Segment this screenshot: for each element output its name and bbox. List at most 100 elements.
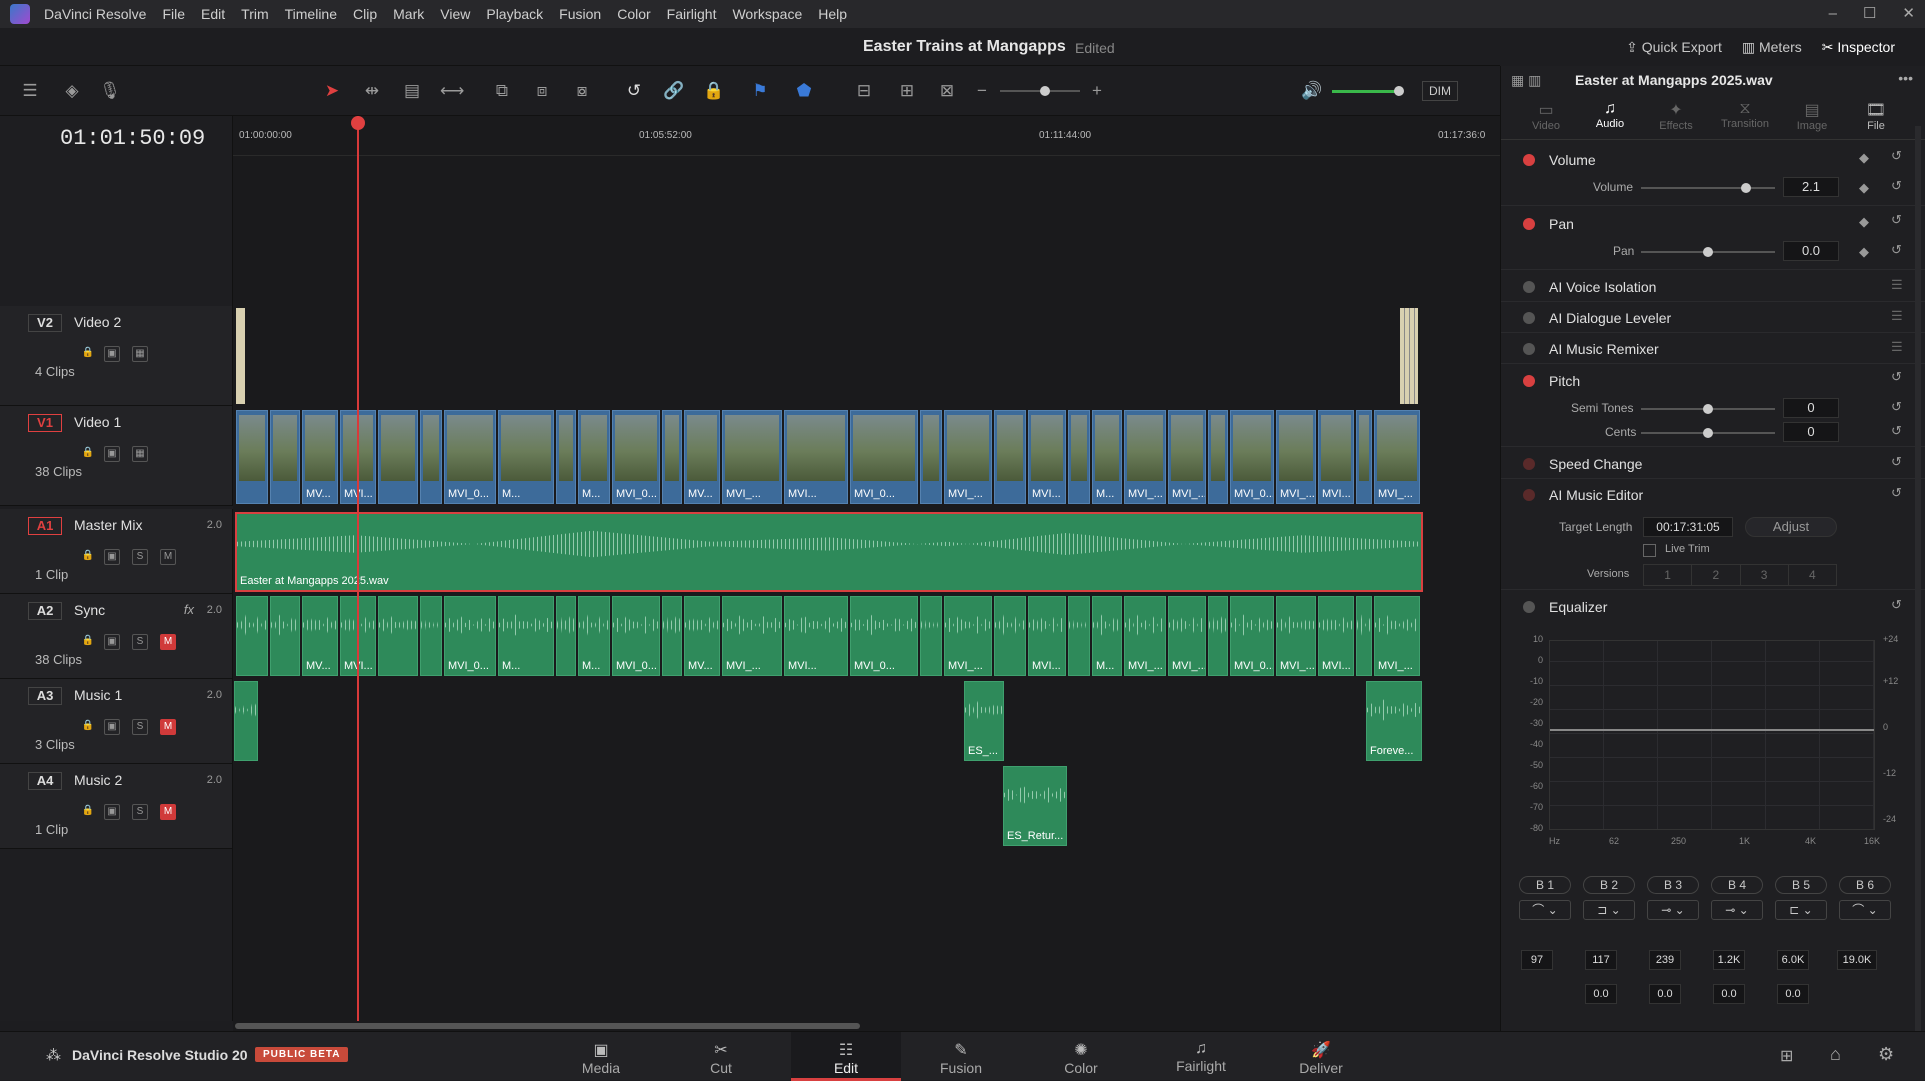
solo-button[interactable]: S	[132, 634, 148, 650]
menu-fusion[interactable]: Fusion	[551, 6, 609, 22]
a3-clip[interactable]: Foreve...	[1366, 681, 1422, 761]
toggle[interactable]	[1523, 281, 1535, 293]
volume-value[interactable]: 2.1	[1783, 177, 1839, 197]
cents-slider[interactable]	[1641, 428, 1775, 438]
equalizer-toggle[interactable]	[1523, 601, 1535, 613]
scrollbar-thumb[interactable]	[235, 1023, 860, 1029]
v1-clip[interactable]	[378, 410, 418, 504]
low-shelf-icon[interactable]: ⊐ ⌄	[1583, 900, 1635, 920]
v1-clip[interactable]	[270, 410, 300, 504]
view-icon[interactable]: ◈	[60, 80, 84, 102]
track-lock-icon[interactable]: 🔒	[80, 446, 96, 462]
timecode-display[interactable]: 01:01:50:09	[60, 126, 205, 151]
a2-clip[interactable]	[378, 596, 418, 676]
reset-icon[interactable]: ↺	[1891, 369, 1902, 385]
tab-video[interactable]: ▭ Video	[1521, 100, 1571, 132]
page-fusion[interactable]: ✎ Fusion	[911, 1032, 1011, 1081]
slider-knob[interactable]	[1741, 183, 1751, 193]
zoom-full-icon[interactable]: ⊟	[852, 80, 876, 102]
a3-clip[interactable]	[234, 681, 258, 761]
meters-button[interactable]: ▥ Meters	[1742, 39, 1802, 56]
track-header-a2[interactable]: A2 Sync fx 2.0 🔒 ▣ S M 38 Clips	[0, 594, 233, 679]
high-shelf-icon[interactable]: ⊏ ⌄	[1775, 900, 1827, 920]
version-2[interactable]: 2	[1692, 565, 1741, 585]
a2-clip[interactable]: MVI_...	[1374, 596, 1420, 676]
menu-color[interactable]: Color	[609, 6, 658, 22]
dynamic-trim-icon[interactable]: ▤	[400, 80, 424, 102]
quick-export-button[interactable]: ⇪ Quick Export	[1626, 39, 1722, 56]
toggle[interactable]	[1523, 312, 1535, 324]
a2-clip[interactable]: MV...	[302, 596, 338, 676]
v1-clip[interactable]: MVI_...	[722, 410, 782, 504]
tab-file[interactable]: 🎞 File	[1851, 100, 1901, 132]
zoom-in-icon[interactable]: +	[1085, 80, 1109, 102]
band-frequency[interactable]: 1.2K	[1713, 950, 1745, 970]
timeline-ruler[interactable]: 01:00:00:00 01:05:52:00 01:11:44:00 01:1…	[233, 116, 1500, 156]
a2-clip[interactable]: MVI...	[784, 596, 848, 676]
a2-clip[interactable]	[1356, 596, 1372, 676]
track-lock-icon[interactable]: 🔒	[80, 634, 96, 650]
keyframe-icon[interactable]: ◆	[1859, 150, 1869, 166]
v2-clip[interactable]	[236, 308, 245, 404]
maximize-icon[interactable]: ☐	[1863, 0, 1876, 28]
band-name[interactable]: B 5	[1775, 876, 1827, 894]
v1-clip[interactable]	[1208, 410, 1228, 504]
track-label[interactable]: A4	[28, 772, 62, 790]
menu-workspace[interactable]: Workspace	[724, 6, 810, 22]
tab-audio[interactable]: ♫ Audio	[1585, 100, 1635, 130]
band-frequency[interactable]: 239	[1649, 950, 1681, 970]
v1-clip[interactable]: MV...	[302, 410, 338, 504]
v1-clip[interactable]: MVI_0...	[850, 410, 918, 504]
menu-icon[interactable]: ☰	[1891, 339, 1903, 355]
lock-icon[interactable]: 🔒	[702, 80, 726, 102]
reset-icon[interactable]: ↺	[1891, 178, 1902, 194]
mute-button[interactable]: M	[160, 804, 176, 820]
keyframe-icon[interactable]: ◆	[1859, 180, 1869, 196]
track-label[interactable]: A3	[28, 687, 62, 705]
slider-knob[interactable]	[1703, 428, 1713, 438]
eq-graph[interactable]	[1549, 640, 1875, 830]
track-lock-icon[interactable]: 🔒	[80, 804, 96, 820]
band-gain[interactable]: 0.0	[1585, 984, 1617, 1004]
auto-select-icon[interactable]: ▣	[104, 549, 120, 565]
speaker-icon[interactable]: 🔊	[1300, 80, 1324, 102]
a2-clip[interactable]: MV...	[684, 596, 720, 676]
menu-timeline[interactable]: Timeline	[277, 6, 345, 22]
page-deliver[interactable]: 🚀 Deliver	[1271, 1032, 1371, 1081]
a2-clip[interactable]: MVI_0...	[444, 596, 496, 676]
reset-icon[interactable]: ↺	[1891, 423, 1902, 439]
reset-icon[interactable]: ↺	[1891, 454, 1902, 470]
slider-knob[interactable]	[1703, 247, 1713, 257]
v1-clip[interactable]	[920, 410, 942, 504]
inspector-button[interactable]: ✂ Inspector	[1822, 39, 1895, 56]
track-header-v2[interactable]: V2 Video 2 🔒 ▣ ▦ 4 Clips	[0, 306, 233, 406]
ai-voice-isolation-section[interactable]: AI Voice Isolation ☰	[1501, 272, 1925, 302]
project-manager-icon[interactable]: ⊞	[1780, 1046, 1793, 1066]
slider-knob[interactable]	[1703, 404, 1713, 414]
trim-tool-icon[interactable]: ⇹	[360, 80, 384, 102]
volume-slider-knob[interactable]	[1394, 86, 1404, 96]
bell-filter-icon[interactable]: ⊸ ⌄	[1647, 900, 1699, 920]
page-edit[interactable]: ☷ Edit	[791, 1032, 901, 1081]
v1-clip[interactable]: MVI...	[1028, 410, 1066, 504]
pan-slider[interactable]	[1641, 247, 1775, 257]
overwrite-clip-icon[interactable]: ⧈	[530, 80, 554, 102]
a2-clip[interactable]: MVI_...	[722, 596, 782, 676]
a2-clip[interactable]	[1068, 596, 1090, 676]
playhead-line[interactable]	[357, 116, 359, 1021]
a2-clip[interactable]	[994, 596, 1026, 676]
low-shelf-filter-icon[interactable]: ⌒ ⌄	[1519, 900, 1571, 920]
band-name[interactable]: B 4	[1711, 876, 1763, 894]
mute-button[interactable]: M	[160, 634, 176, 650]
reset-icon[interactable]: ↺	[1891, 485, 1902, 501]
page-color[interactable]: ✺ Color	[1031, 1032, 1131, 1081]
v1-clip[interactable]	[994, 410, 1026, 504]
v1-clip[interactable]: MVI_0...	[444, 410, 496, 504]
a2-clip[interactable]	[556, 596, 576, 676]
ai-music-remixer-section[interactable]: AI Music Remixer ☰	[1501, 334, 1925, 364]
mute-button[interactable]: M	[160, 719, 176, 735]
v1-clip[interactable]	[236, 410, 268, 504]
v1-clip[interactable]: MV...	[684, 410, 720, 504]
v1-clip[interactable]: M...	[498, 410, 554, 504]
page-media[interactable]: ▣ Media	[551, 1032, 651, 1081]
